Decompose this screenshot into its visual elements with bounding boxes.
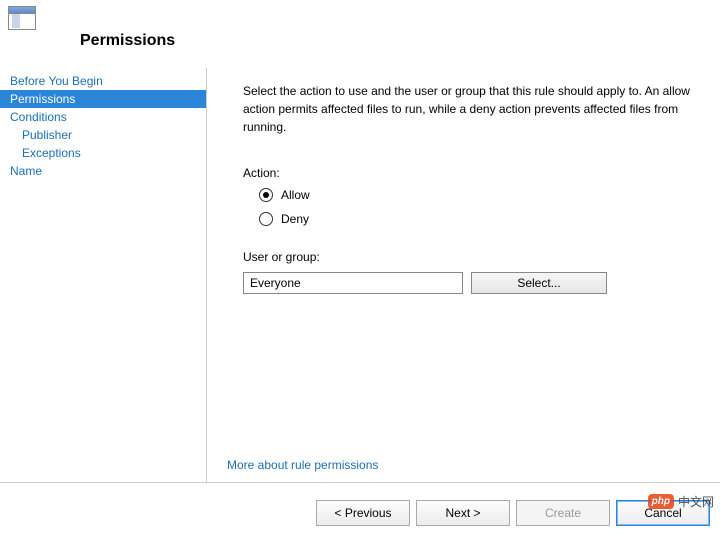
user-group-row: Select... — [243, 272, 690, 294]
sidebar-item-permissions[interactable]: Permissions — [0, 90, 206, 108]
sidebar-item-publisher[interactable]: Publisher — [0, 126, 206, 144]
user-group-label: User or group: — [243, 250, 690, 264]
wizard-sidebar: Before You Begin Permissions Conditions … — [0, 68, 207, 482]
next-button[interactable]: Next > — [416, 500, 510, 526]
wizard-icon — [8, 6, 36, 30]
wizard-footer: < Previous Next > Create Cancel — [0, 482, 720, 542]
help-link[interactable]: More about rule permissions — [227, 458, 378, 472]
instructions-text: Select the action to use and the user or… — [243, 82, 690, 136]
sidebar-item-exceptions[interactable]: Exceptions — [0, 144, 206, 162]
radio-allow-label: Allow — [281, 188, 310, 202]
sidebar-item-name[interactable]: Name — [0, 162, 206, 180]
sidebar-item-before-you-begin[interactable]: Before You Begin — [0, 72, 206, 90]
action-allow-row[interactable]: Allow — [259, 188, 690, 202]
action-deny-row[interactable]: Deny — [259, 212, 690, 226]
wizard-body: Before You Begin Permissions Conditions … — [0, 68, 720, 482]
radio-deny-icon[interactable] — [259, 212, 273, 226]
select-button[interactable]: Select... — [471, 272, 607, 294]
page-title: Permissions — [80, 32, 175, 50]
radio-deny-label: Deny — [281, 212, 309, 226]
previous-button[interactable]: < Previous — [316, 500, 410, 526]
action-label: Action: — [243, 166, 690, 180]
action-radio-group: Allow Deny — [259, 188, 690, 226]
wizard-header: Permissions — [0, 0, 720, 68]
create-button: Create — [516, 500, 610, 526]
cancel-button[interactable]: Cancel — [616, 500, 710, 526]
radio-allow-icon[interactable] — [259, 188, 273, 202]
user-group-input[interactable] — [243, 272, 463, 294]
wizard-content: Select the action to use and the user or… — [207, 68, 720, 482]
sidebar-item-conditions[interactable]: Conditions — [0, 108, 206, 126]
